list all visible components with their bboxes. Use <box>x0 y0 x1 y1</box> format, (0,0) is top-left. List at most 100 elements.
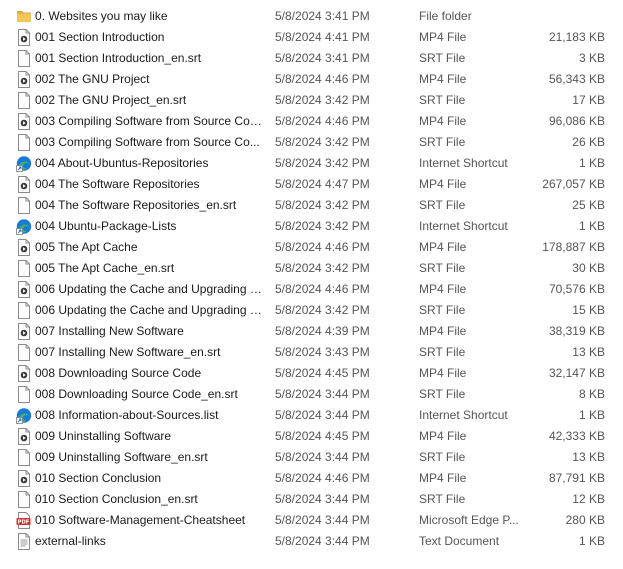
file-date-modified: 5/8/2024 4:46 PM <box>275 114 370 128</box>
file-size: 1 KB <box>578 219 605 233</box>
file-date-modified: 5/8/2024 3:44 PM <box>275 534 370 548</box>
file-row[interactable]: 007 Installing New Software 5/8/2024 4:3… <box>0 321 623 342</box>
file-name: 009 Uninstalling Software <box>35 429 172 443</box>
file-row[interactable]: external-links 5/8/2024 3:44 PM Text Doc… <box>0 531 623 552</box>
file-type: MP4 File <box>419 282 467 296</box>
file-row[interactable]: 004 The Software Repositories 5/8/2024 4… <box>0 174 623 195</box>
file-name: 008 Downloading Source Code_en.srt <box>35 387 238 401</box>
file-date-modified: 5/8/2024 3:44 PM <box>275 513 370 527</box>
file-name: 002 The GNU Project_en.srt <box>35 93 187 107</box>
file-date-modified: 5/8/2024 4:46 PM <box>275 240 370 254</box>
file-date-modified: 5/8/2024 3:41 PM <box>275 51 370 65</box>
file-row[interactable]: 004 The Software Repositories_en.srt 5/8… <box>0 195 623 216</box>
file-row[interactable]: 005 The Apt Cache 5/8/2024 4:46 PM MP4 F… <box>0 237 623 258</box>
pdf-file-icon: PDF <box>16 512 32 529</box>
text-file-icon <box>16 533 32 550</box>
file-name: 001 Section Introduction_en.srt <box>35 51 202 65</box>
video-file-icon <box>16 71 32 88</box>
file-size: 1 KB <box>578 534 605 548</box>
file-name: 007 Installing New Software_en.srt <box>35 345 221 359</box>
file-row[interactable]: 002 The GNU Project_en.srt 5/8/2024 3:42… <box>0 90 623 111</box>
blank-file-icon <box>16 491 32 508</box>
file-row[interactable]: 003 Compiling Software from Source Code … <box>0 111 623 132</box>
file-row[interactable]: 001 Section Introduction_en.srt 5/8/2024… <box>0 48 623 69</box>
file-name: 0. Websites you may like <box>35 9 168 23</box>
file-size: 21,183 KB <box>548 30 605 44</box>
blank-file-icon <box>16 386 32 403</box>
file-row[interactable]: 010 Section Conclusion_en.srt 5/8/2024 3… <box>0 489 623 510</box>
blank-file-icon <box>16 197 32 214</box>
file-row[interactable]: 008 Information-about-Sources.list 5/8/2… <box>0 405 623 426</box>
file-row[interactable]: PDF 010 Software-Management-Cheatsheet 5… <box>0 510 623 531</box>
file-row[interactable]: 009 Uninstalling Software_en.srt 5/8/202… <box>0 447 623 468</box>
file-type: SRT File <box>419 261 466 275</box>
file-row[interactable]: 0. Websites you may like 5/8/2024 3:41 P… <box>0 6 623 27</box>
file-name: 004 Ubuntu-Package-Lists <box>35 219 177 233</box>
file-size: 56,343 KB <box>548 72 605 86</box>
file-size: 8 KB <box>578 387 605 401</box>
file-type: SRT File <box>419 345 466 359</box>
file-row[interactable]: 007 Installing New Software_en.srt 5/8/2… <box>0 342 623 363</box>
file-type: Text Document <box>419 534 500 548</box>
file-date-modified: 5/8/2024 3:41 PM <box>275 9 370 23</box>
file-row[interactable]: 002 The GNU Project 5/8/2024 4:46 PM MP4… <box>0 69 623 90</box>
file-row[interactable]: 008 Downloading Source Code_en.srt 5/8/2… <box>0 384 623 405</box>
file-row[interactable]: 006 Updating the Cache and Upgrading S..… <box>0 279 623 300</box>
video-file-icon <box>16 113 32 130</box>
file-date-modified: 5/8/2024 4:46 PM <box>275 282 370 296</box>
file-size: 70,576 KB <box>548 282 605 296</box>
file-row[interactable]: 001 Section Introduction 5/8/2024 4:41 P… <box>0 27 623 48</box>
file-row[interactable]: 004 Ubuntu-Package-Lists 5/8/2024 3:42 P… <box>0 216 623 237</box>
blank-file-icon <box>16 134 32 151</box>
video-file-icon <box>16 281 32 298</box>
file-size: 13 KB <box>572 450 605 464</box>
file-row[interactable]: 004 About-Ubuntus-Repositories 5/8/2024 … <box>0 153 623 174</box>
file-date-modified: 5/8/2024 4:46 PM <box>275 72 370 86</box>
file-name: 002 The GNU Project <box>35 72 150 86</box>
file-name: 004 About-Ubuntus-Repositories <box>35 156 209 170</box>
file-name: 010 Software-Management-Cheatsheet <box>35 513 246 527</box>
blank-file-icon <box>16 302 32 319</box>
file-type: Internet Shortcut <box>419 219 508 233</box>
file-size: 30 KB <box>572 261 605 275</box>
file-name: 005 The Apt Cache_en.srt <box>35 261 175 275</box>
file-row[interactable]: 008 Downloading Source Code 5/8/2024 4:4… <box>0 363 623 384</box>
file-name: 010 Section Conclusion <box>35 471 162 485</box>
file-size: 38,319 KB <box>548 324 605 338</box>
file-name: 006 Updating the Cache and Upgrading S..… <box>35 303 263 317</box>
video-file-icon <box>16 239 32 256</box>
file-date-modified: 5/8/2024 3:44 PM <box>275 450 370 464</box>
video-file-icon <box>16 176 32 193</box>
edge-shortcut-icon <box>16 407 32 424</box>
file-type: Microsoft Edge P... <box>419 513 519 527</box>
file-size: 267,057 KB <box>542 177 605 191</box>
file-type: Internet Shortcut <box>419 156 508 170</box>
file-type: MP4 File <box>419 429 467 443</box>
file-row[interactable]: 010 Section Conclusion 5/8/2024 4:46 PM … <box>0 468 623 489</box>
file-date-modified: 5/8/2024 4:47 PM <box>275 177 370 191</box>
file-size: 12 KB <box>572 492 605 506</box>
file-row[interactable]: 005 The Apt Cache_en.srt 5/8/2024 3:42 P… <box>0 258 623 279</box>
blank-file-icon <box>16 344 32 361</box>
file-date-modified: 5/8/2024 3:44 PM <box>275 492 370 506</box>
file-row[interactable]: 006 Updating the Cache and Upgrading S..… <box>0 300 623 321</box>
file-type: MP4 File <box>419 30 467 44</box>
file-row[interactable]: 009 Uninstalling Software 5/8/2024 4:45 … <box>0 426 623 447</box>
file-size: 25 KB <box>572 198 605 212</box>
file-size: 17 KB <box>572 93 605 107</box>
file-size: 1 KB <box>578 408 605 422</box>
folder-icon <box>16 8 32 25</box>
file-type: SRT File <box>419 93 466 107</box>
file-type: SRT File <box>419 450 466 464</box>
file-name: external-links <box>35 534 106 548</box>
file-type: MP4 File <box>419 324 467 338</box>
file-date-modified: 5/8/2024 4:41 PM <box>275 30 370 44</box>
file-name: 010 Section Conclusion_en.srt <box>35 492 198 506</box>
file-name: 003 Compiling Software from Source Code <box>35 114 263 128</box>
video-file-icon <box>16 29 32 46</box>
file-size: 26 KB <box>572 135 605 149</box>
file-row[interactable]: 003 Compiling Software from Source Co...… <box>0 132 623 153</box>
svg-text:PDF: PDF <box>18 520 30 526</box>
file-date-modified: 5/8/2024 3:42 PM <box>275 93 370 107</box>
blank-file-icon <box>16 92 32 109</box>
